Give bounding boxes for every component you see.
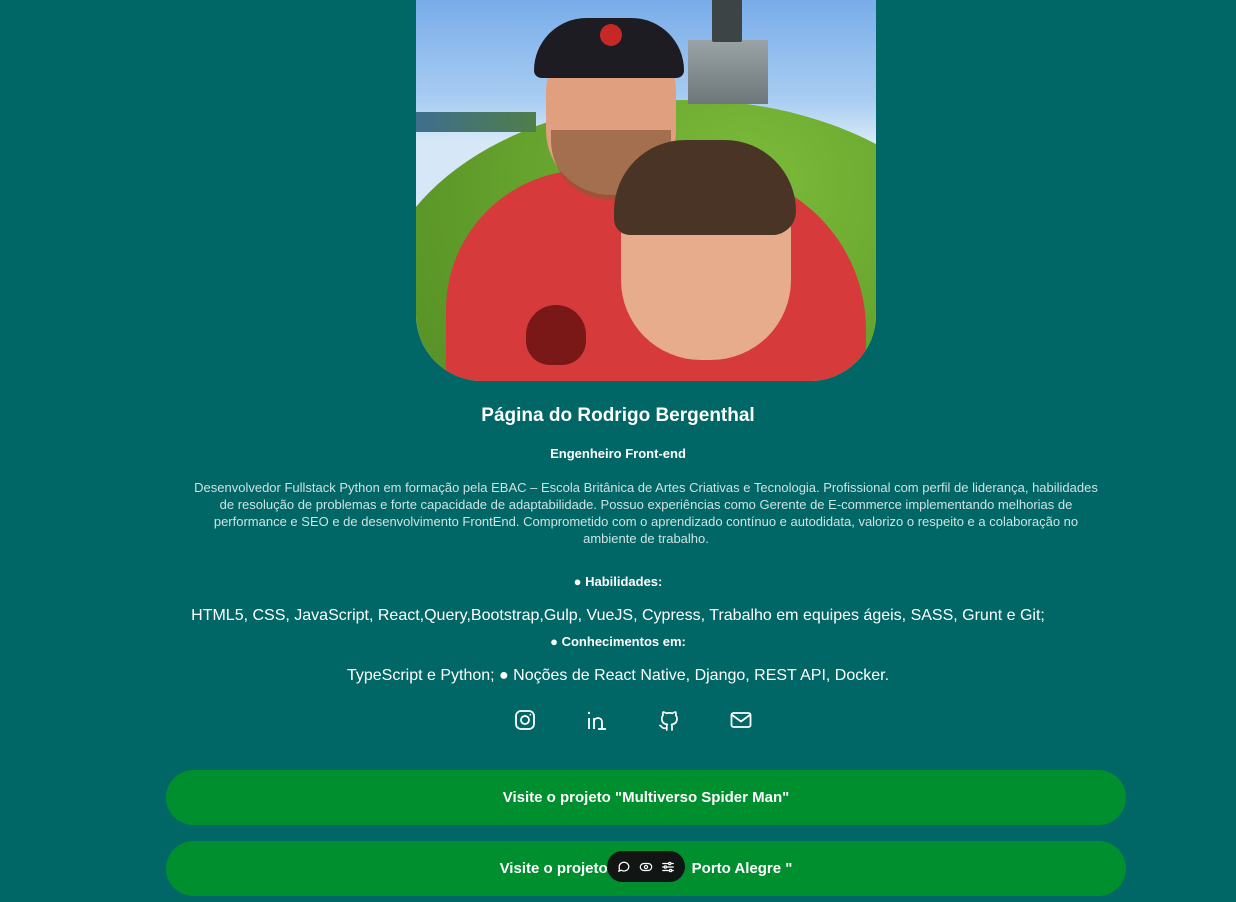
skills-text: HTML5, CSS, JavaScript, React,Query,Boot… bbox=[191, 607, 1045, 624]
floating-toolbar bbox=[607, 851, 685, 882]
project-button-label-right: Porto Alegre " bbox=[691, 860, 793, 877]
instagram-link[interactable] bbox=[513, 708, 537, 734]
settings-button[interactable] bbox=[661, 860, 675, 874]
knowledge-heading: ● Conhecimentos em: bbox=[550, 634, 686, 649]
comment-icon bbox=[618, 861, 630, 872]
skills-heading: ● Habilidades: bbox=[573, 574, 663, 589]
linkedin-icon bbox=[587, 711, 606, 730]
linkedin-link[interactable] bbox=[585, 708, 609, 734]
social-links bbox=[0, 708, 1236, 734]
comment-button[interactable] bbox=[617, 860, 631, 874]
project-button-label-left: Visite o projeto bbox=[499, 860, 608, 877]
page: Página do Rodrigo Bergenthal Engenheiro … bbox=[0, 0, 1236, 902]
preview-button[interactable] bbox=[639, 860, 653, 874]
page-title: Página do Rodrigo Bergenthal bbox=[481, 405, 755, 426]
knowledge-text: TypeScript e Python; ● Noções de React N… bbox=[346, 667, 890, 684]
github-link[interactable] bbox=[657, 708, 681, 734]
eye-icon bbox=[639, 862, 653, 871]
github-icon bbox=[659, 711, 678, 731]
mail-link[interactable] bbox=[729, 708, 753, 734]
role-subtitle: Engenheiro Front-end bbox=[550, 446, 686, 461]
bio-text: Desenvolvedor Fullstack Python em formaç… bbox=[194, 480, 1098, 546]
project-multiverso-spider-man-button[interactable]: Visite o projeto "Multiverso Spider Man" bbox=[166, 770, 1126, 825]
mail-icon bbox=[730, 712, 752, 728]
instagram-icon bbox=[515, 710, 535, 730]
profile-photo bbox=[416, 0, 876, 381]
settings-icon bbox=[662, 861, 674, 872]
